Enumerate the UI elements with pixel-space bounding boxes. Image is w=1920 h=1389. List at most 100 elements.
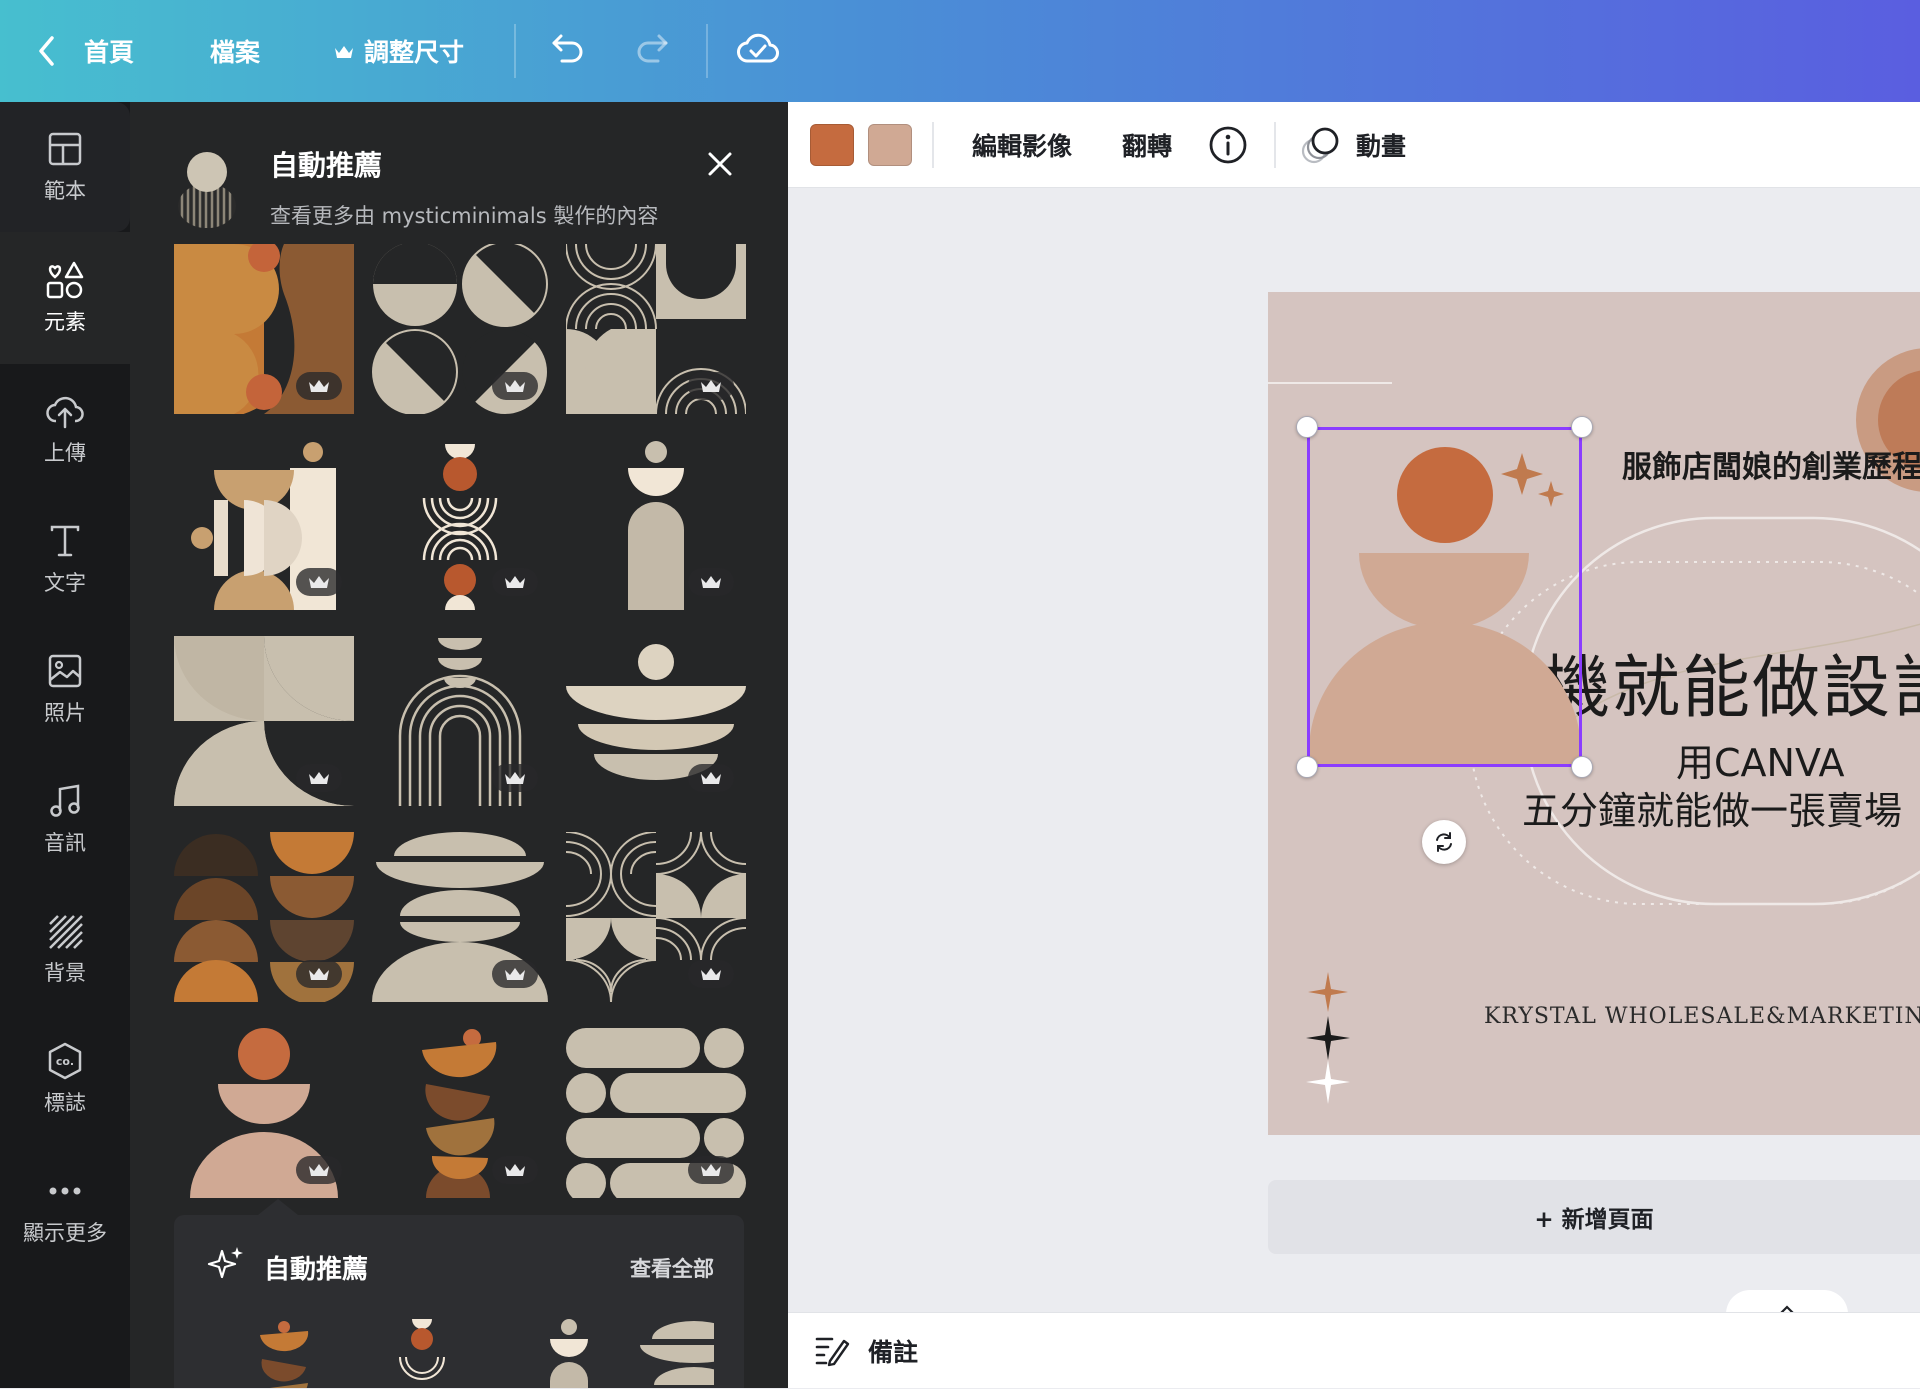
music-note-icon	[45, 781, 85, 821]
redo-icon	[634, 33, 672, 69]
element-tile[interactable]	[370, 636, 550, 806]
crown-icon	[701, 1164, 721, 1176]
rail-label: 顯示更多	[23, 1221, 107, 1245]
design-subtitle-2[interactable]: 五分鐘就能做一張賣場	[1522, 780, 1902, 835]
home-label: 首頁	[84, 38, 135, 67]
rail-item-uploads[interactable]: 上傳	[0, 364, 130, 494]
rail-item-elements[interactable]: 元素	[0, 232, 130, 364]
crown-icon	[334, 37, 354, 66]
crown-icon	[309, 968, 329, 980]
rail-label: 音訊	[44, 831, 86, 855]
premium-crown-badge	[492, 960, 538, 988]
premium-crown-badge	[688, 764, 734, 792]
crown-icon	[701, 576, 721, 588]
crown-icon	[505, 968, 525, 980]
back-button[interactable]: 首頁	[36, 0, 134, 102]
edit-image-button[interactable]: 編輯影像	[972, 102, 1072, 188]
notes-label[interactable]: 備註	[868, 1313, 918, 1389]
file-menu[interactable]: 檔案	[210, 0, 260, 102]
elements-panel: 自動推薦 查看更多由 mysticminimals 製作的內容 自動推薦 查看全…	[130, 102, 788, 1388]
element-tile[interactable]	[174, 832, 354, 1002]
animate-icon	[1301, 127, 1339, 164]
design-small-title[interactable]: 服飾店闆娘的創業歷程	[1622, 442, 1920, 486]
rotate-handle[interactable]	[1422, 820, 1466, 864]
resize-handle-top-right[interactable]	[1571, 416, 1593, 438]
image-icon	[45, 651, 85, 691]
undo-button[interactable]	[548, 0, 586, 102]
animate-button[interactable]: 動畫	[1300, 102, 1406, 188]
crown-icon	[701, 968, 721, 980]
see-all-link[interactable]: 查看全部	[630, 1253, 714, 1283]
element-tile[interactable]	[370, 440, 550, 610]
element-tile[interactable]	[566, 244, 746, 414]
element-tile[interactable]	[566, 440, 746, 610]
panel-title: 自動推薦	[270, 149, 383, 182]
rail-item-logos[interactable]: co. 標誌	[0, 1014, 130, 1144]
add-page-button[interactable]: + 新增頁面	[1268, 1180, 1920, 1254]
notes-icon[interactable]	[814, 1333, 850, 1371]
premium-crown-badge	[296, 1156, 342, 1184]
svg-text:co.: co.	[56, 1055, 74, 1068]
notes-bar: 備註	[788, 1312, 1920, 1388]
element-tile[interactable]	[174, 636, 354, 806]
element-tile[interactable]	[174, 1028, 354, 1198]
redo-button[interactable]	[634, 0, 672, 102]
rail-item-templates[interactable]: 範本	[0, 102, 130, 232]
cloud-save-button[interactable]	[736, 0, 780, 102]
brand-logo-icon: co.	[45, 1041, 85, 1081]
design-subtitle-1[interactable]: 用CANVA	[1676, 732, 1845, 787]
resize-label: 調整尺寸	[364, 38, 465, 67]
element-tile[interactable]	[566, 832, 746, 1002]
crown-icon	[505, 576, 525, 588]
divider	[514, 24, 516, 78]
text-icon	[45, 521, 85, 561]
element-tile[interactable]	[370, 832, 550, 1002]
flip-button[interactable]: 翻轉	[1122, 102, 1172, 188]
resize-handle-bottom-left[interactable]	[1296, 756, 1318, 778]
rail-label: 範本	[44, 179, 86, 203]
rail-item-text[interactable]: 文字	[0, 494, 130, 624]
rail-item-photos[interactable]: 照片	[0, 624, 130, 754]
element-tile[interactable]	[370, 1028, 550, 1198]
template-icon	[45, 129, 85, 169]
cloud-check-icon	[736, 31, 780, 71]
rail-label: 文字	[44, 571, 86, 595]
more-dots-icon	[45, 1171, 85, 1211]
close-icon	[708, 152, 732, 176]
creator-avatar[interactable]	[178, 150, 236, 228]
animate-label: 動畫	[1356, 132, 1407, 161]
rail-label: 標誌	[44, 1091, 86, 1115]
premium-crown-badge	[296, 960, 342, 988]
premium-crown-badge	[492, 1156, 538, 1184]
element-tile[interactable]	[174, 244, 354, 414]
element-tile[interactable]	[370, 244, 550, 414]
premium-crown-badge	[492, 764, 538, 792]
rail-item-audio[interactable]: 音訊	[0, 754, 130, 884]
editor-toolbar: 編輯影像 翻轉 動畫	[788, 102, 1920, 188]
color-swatch-beige[interactable]	[868, 124, 912, 166]
resize-handle-bottom-right[interactable]	[1571, 756, 1593, 778]
resize-handle-top-left[interactable]	[1296, 416, 1318, 438]
recommend-section: 自動推薦 查看全部	[174, 1199, 744, 1388]
design-footer-text[interactable]: KRYSTAL WHOLESALE&MARKETING	[1484, 1004, 1920, 1029]
selection-box	[1307, 427, 1582, 767]
element-tile[interactable]	[174, 440, 354, 610]
resize-button[interactable]: 調整尺寸	[334, 0, 464, 102]
close-button[interactable]	[700, 144, 740, 184]
element-tile[interactable]	[566, 1028, 746, 1198]
element-tile[interactable]	[566, 636, 746, 806]
rail-label: 上傳	[44, 441, 86, 465]
color-swatch-terracotta[interactable]	[810, 124, 854, 166]
recommend-thumbnails[interactable]	[234, 1319, 714, 1388]
rail-item-background[interactable]: 背景	[0, 884, 130, 1014]
rail-item-more[interactable]: 顯示更多	[0, 1144, 130, 1274]
info-button[interactable]	[1208, 102, 1248, 188]
cloud-upload-icon	[45, 391, 85, 431]
premium-crown-badge	[688, 568, 734, 596]
panel-header: 自動推薦 查看更多由 mysticminimals 製作的內容	[130, 102, 788, 242]
premium-crown-badge	[296, 764, 342, 792]
panel-subtitle[interactable]: 查看更多由 mysticminimals 製作的內容	[270, 200, 658, 230]
rotate-icon	[1436, 832, 1452, 852]
premium-crown-badge	[492, 568, 538, 596]
premium-crown-badge	[688, 372, 734, 400]
